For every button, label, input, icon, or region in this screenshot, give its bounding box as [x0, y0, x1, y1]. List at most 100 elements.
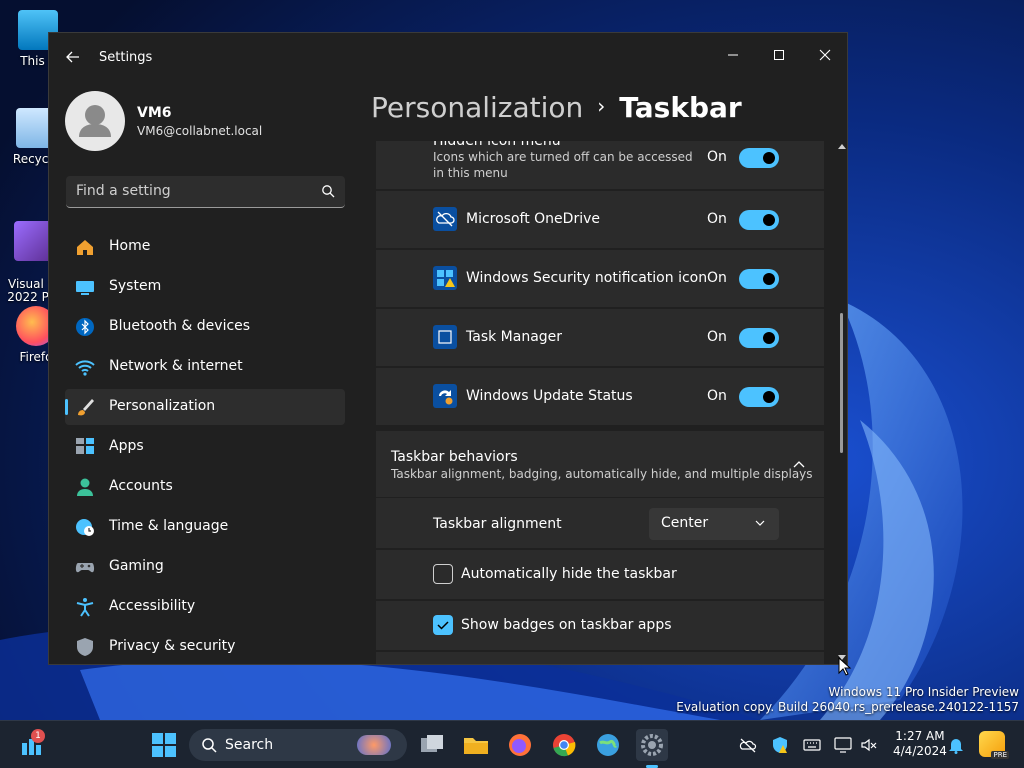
wifi-icon: [75, 360, 95, 376]
volume-muted-icon[interactable]: [860, 736, 878, 754]
back-button[interactable]: [57, 41, 89, 73]
onedrive-tray-icon[interactable]: [739, 736, 757, 754]
autohide-row: Automatically hide the taskbar: [376, 550, 824, 599]
windows-logo-icon: [152, 733, 176, 757]
network-app-button[interactable]: [592, 729, 624, 761]
sidebar-item-apps[interactable]: Apps: [65, 429, 345, 465]
copilot-preview-button[interactable]: PRE: [979, 731, 1009, 759]
window-title: Settings: [99, 50, 153, 65]
bell-icon[interactable]: [948, 736, 964, 754]
tray-app-row-task-manager[interactable]: Task Manager On: [376, 309, 824, 366]
taskbar: 1 Search 1:27 AM 4/4/2024 PRE: [0, 720, 1024, 768]
clock[interactable]: 1:27 AM 4/4/2024: [893, 729, 947, 759]
taskbar-behaviors-title: Taskbar behaviors: [391, 449, 518, 465]
scroll-up-arrow-icon[interactable]: [835, 141, 848, 151]
search-icon[interactable]: [321, 184, 335, 198]
sidebar-item-personalization[interactable]: Personalization: [65, 389, 345, 425]
badges-row: Show badges on taskbar apps: [376, 601, 824, 650]
mouse-cursor-icon: [838, 657, 852, 676]
toggle-state-label: On: [707, 149, 727, 165]
badges-checkbox[interactable]: [433, 615, 453, 635]
hidden-icon-menu-description: Icons which are turned off can be access…: [433, 150, 693, 180]
windows-update-toggle[interactable]: [739, 387, 779, 407]
display-icon[interactable]: [834, 736, 852, 754]
chrome-icon: [553, 734, 576, 757]
tray-app-row-onedrive[interactable]: Microsoft OneDrive On: [376, 191, 824, 248]
onedrive-icon: [433, 207, 457, 231]
accounts-icon: [77, 478, 93, 496]
sidebar-item-bluetooth[interactable]: Bluetooth & devices: [65, 309, 345, 345]
avatar[interactable]: [65, 91, 125, 151]
task-view-button[interactable]: [416, 729, 448, 761]
hidden-icon-menu-title: Hidden icon menu: [433, 141, 561, 149]
maximize-icon: [774, 50, 784, 60]
toggle-knob: [763, 332, 775, 344]
title-bar[interactable]: Settings: [49, 33, 847, 81]
taskbar-alignment-label: Taskbar alignment: [433, 516, 562, 532]
brush-icon: [78, 399, 94, 416]
taskbar-search[interactable]: Search: [189, 729, 407, 761]
keyboard-icon[interactable]: [803, 736, 821, 754]
hidden-icon-menu-toggle[interactable]: [739, 148, 779, 168]
accessibility-icon: [76, 598, 94, 617]
tray-app-label: Task Manager: [466, 329, 563, 345]
globe-app-icon: [597, 734, 619, 756]
sidebar-item-gaming[interactable]: Gaming: [65, 549, 345, 585]
bluetooth-icon: [76, 318, 94, 336]
windows-security-toggle[interactable]: [739, 269, 779, 289]
firefox-button[interactable]: [504, 729, 536, 761]
close-button[interactable]: [809, 39, 841, 71]
chrome-button[interactable]: [548, 729, 580, 761]
system-icon: [76, 281, 94, 295]
toggle-knob: [763, 273, 775, 285]
start-button[interactable]: [148, 729, 180, 761]
onedrive-toggle[interactable]: [739, 210, 779, 230]
scroll-thumb[interactable]: [840, 313, 843, 453]
sidebar-item-home[interactable]: Home: [65, 229, 345, 265]
page-title: Taskbar: [619, 91, 742, 124]
maximize-button[interactable]: [763, 39, 795, 71]
sidebar-item-network[interactable]: Network & internet: [65, 349, 345, 385]
breadcrumb-parent[interactable]: Personalization: [371, 91, 583, 124]
autohide-checkbox[interactable]: [433, 564, 453, 584]
task-manager-toggle[interactable]: [739, 328, 779, 348]
toggle-state-label: On: [707, 329, 727, 345]
sidebar-item-accessibility[interactable]: Accessibility: [65, 589, 345, 625]
sidebar-item-accounts[interactable]: Accounts: [65, 469, 345, 505]
settings-taskbar-button[interactable]: [636, 729, 668, 768]
search-input[interactable]: [76, 183, 306, 199]
search-box[interactable]: [66, 176, 345, 208]
taskbar-behaviors-header[interactable]: Taskbar behaviors Taskbar alignment, bad…: [376, 431, 824, 497]
sidebar-item-system[interactable]: System: [65, 269, 345, 305]
tray-app-row-windows-security[interactable]: Windows Security notification icon On: [376, 250, 824, 307]
minimize-button[interactable]: [717, 39, 749, 71]
taskbar-alignment-dropdown[interactable]: Center: [649, 508, 779, 540]
toggle-knob: [763, 214, 775, 226]
clock-time: 1:27 AM: [895, 729, 945, 743]
taskbar-alignment-row: Taskbar alignment Center: [376, 498, 824, 548]
scrollbar[interactable]: [835, 141, 848, 664]
notification-badge: 1: [31, 729, 45, 743]
apps-icon: [76, 438, 94, 454]
search-icon: [202, 738, 217, 753]
folder-icon: [464, 738, 488, 754]
chevron-up-icon[interactable]: [793, 460, 805, 468]
selection-indicator: [65, 399, 68, 415]
user-icon: [79, 105, 111, 137]
taskbar-behaviors-description: Taskbar alignment, badging, automaticall…: [391, 467, 813, 481]
checkmark-icon: [437, 621, 449, 630]
gear-icon: [641, 734, 663, 756]
hidden-icon-menu-row[interactable]: Hidden icon menu Icons which are turned …: [376, 141, 824, 189]
windows-security-tray-icon[interactable]: [771, 736, 789, 754]
profile-name: VM6: [137, 105, 172, 121]
chevron-down-icon: [755, 520, 765, 526]
widgets-button[interactable]: 1: [16, 729, 48, 761]
sidebar-item-time-language[interactable]: Time & language: [65, 509, 345, 545]
close-icon: [819, 49, 831, 61]
sidebar-item-privacy-security[interactable]: Privacy & security: [65, 629, 345, 664]
file-explorer-button[interactable]: [460, 729, 492, 761]
toggle-knob: [763, 152, 775, 164]
badges-label: Show badges on taskbar apps: [461, 617, 672, 633]
tray-app-row-windows-update[interactable]: Windows Update Status On: [376, 368, 824, 425]
gamepad-icon: [75, 563, 95, 573]
